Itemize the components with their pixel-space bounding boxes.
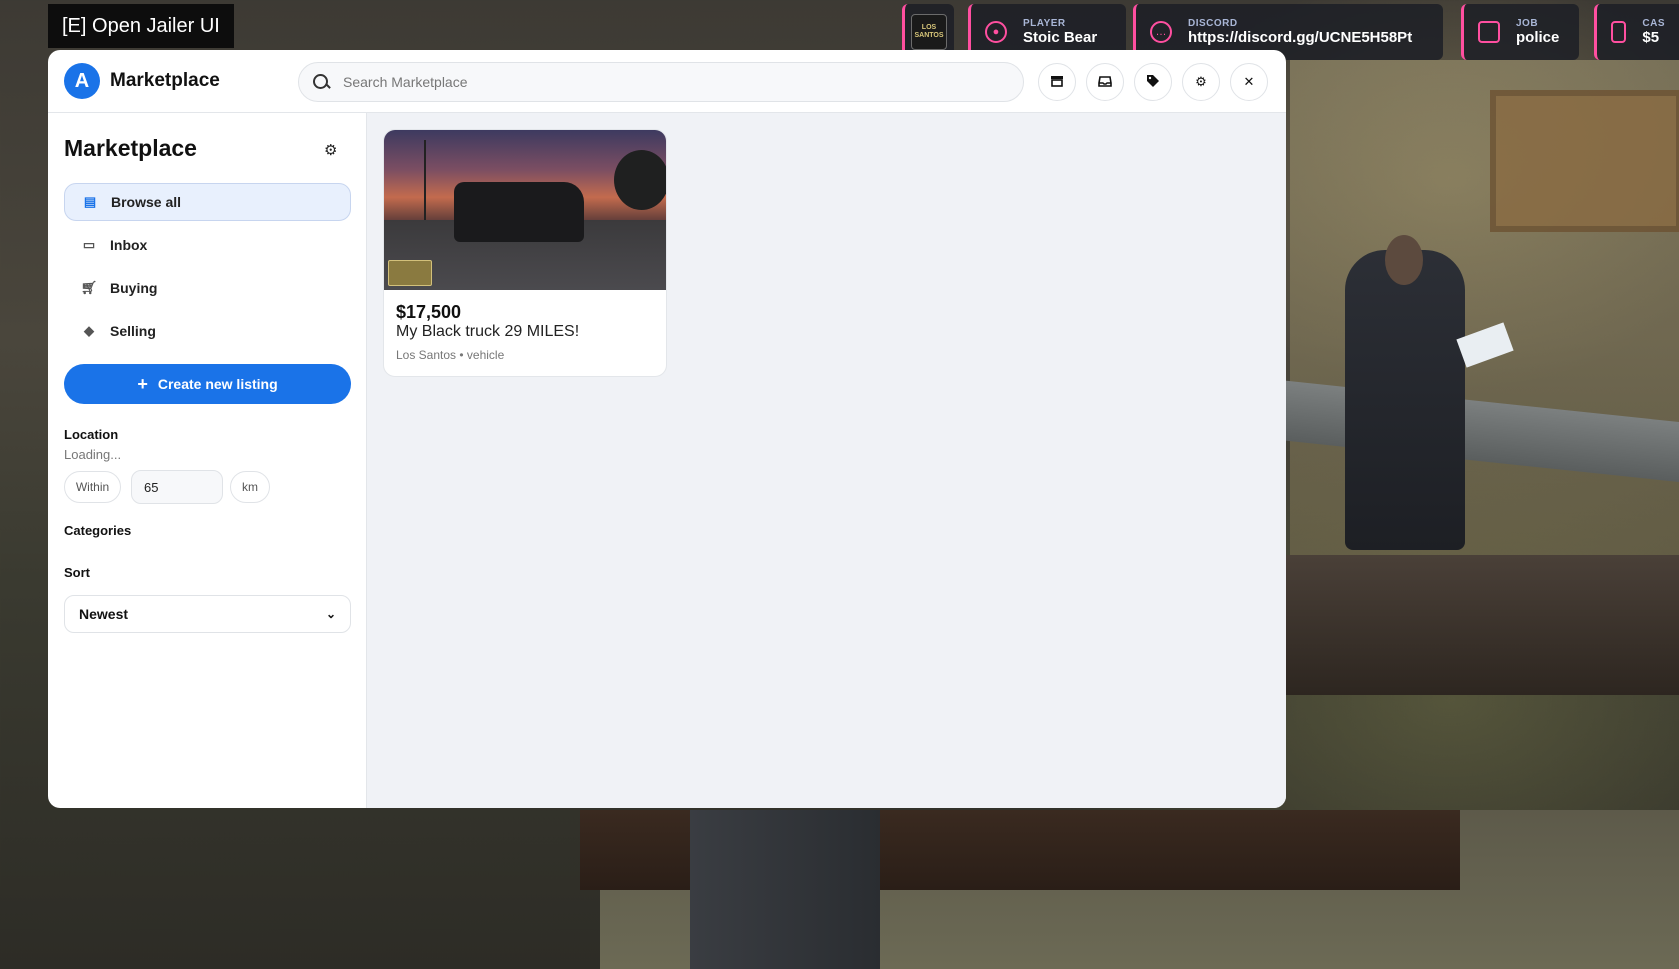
background-corkboard [1490,90,1679,232]
background-player-legs [690,810,880,969]
plus-icon: + [137,373,148,394]
close-button[interactable]: ✕ [1230,63,1268,101]
background-officer [1345,250,1465,550]
sort-label: Sort [64,565,90,580]
image-pole [424,140,426,230]
inbox-icon: ▭ [82,237,96,252]
hud-job-caption: JOB [1516,18,1539,29]
create-listing-label: Create new listing [157,376,278,392]
wallet-icon [1611,21,1627,43]
image-truck [454,182,584,242]
sidebar-item-label: Inbox [110,237,148,253]
hud-job: JOB police [1461,4,1579,60]
create-listing-button[interactable]: + Create new listing [64,364,351,404]
brand: A Marketplace [64,63,220,99]
chat-icon: … [1150,21,1172,43]
within-label: Within [64,471,121,503]
selling-button[interactable] [1134,63,1172,101]
listing-title: My Black truck 29 MILES! [396,323,580,340]
hud-cash-caption: CAS [1642,18,1665,29]
gear-icon: ⚙ [1195,74,1207,89]
hud-discord-link: https://discord.gg/UCNE5H58Pt [1188,29,1413,46]
sort-select[interactable]: Newest ⌄ [64,595,351,633]
tags-icon: ◆ [84,323,94,338]
sidebar-title: Marketplace [64,135,197,161]
location-status: Loading... [64,447,122,462]
gear-icon: ⚙ [324,142,338,159]
chevron-down-icon: ⌄ [325,607,336,621]
hud-player-caption: PLAYER [1023,18,1066,29]
settings-button[interactable]: ⚙ [1182,63,1220,101]
server-logo: LOS SANTOS [911,14,947,50]
inbox-button[interactable] [1086,63,1124,101]
hud-discord-caption: DISCORD [1188,18,1238,29]
sort-value: Newest [79,606,129,622]
hud-cash-amount: $5 [1642,29,1660,46]
background-officer-head [1385,235,1423,285]
top-bar: A Marketplace ⚙ ✕ [48,50,1286,113]
listings-area: $17,500 My Black truck 29 MILES! Los San… [367,113,1286,808]
search-bar[interactable] [298,62,1024,102]
hud-cash: CAS $5 [1594,4,1679,60]
hud-player-name: Stoic Bear [1023,29,1098,46]
sidebar-item-inbox[interactable]: ▭ Inbox [64,226,351,264]
unit-label: km [230,471,270,503]
location-label: Location [64,427,119,442]
sidebar-item-label: Browse all [111,194,182,210]
listing-meta: Los Santos • vehicle [396,348,505,362]
browse-button[interactable] [1038,63,1076,101]
cart-icon: 🛒︎ [80,280,98,295]
app-title: Marketplace [110,70,220,91]
briefcase-icon [1478,21,1500,43]
interaction-prompt: [E] Open Jailer UI [48,4,234,48]
sidebar-item-buying[interactable]: 🛒︎ Buying [64,269,351,307]
store-icon: ▤ [83,194,97,209]
search-input[interactable] [341,73,1005,91]
marketplace-window: A Marketplace ⚙ ✕ Marke [48,50,1286,808]
listing-image [384,130,666,290]
background-counter [1240,555,1679,695]
hud-job-name: police [1516,29,1560,46]
sidebar-item-browse-all[interactable]: ▤ Browse all [64,183,351,221]
sidebar: Marketplace ⚙ ▤ Browse all ▭ Inbox 🛒︎ Bu… [48,113,367,808]
inbox-icon [1098,74,1112,91]
user-icon: ● [985,21,1007,43]
tag-icon [1146,74,1160,91]
categories-label: Categories [64,523,132,538]
store-icon [1050,74,1064,91]
license-plate-image [388,260,432,286]
image-tree [614,150,666,210]
app-logo: A [64,63,100,99]
sidebar-item-label: Buying [110,280,158,296]
listing-card[interactable]: $17,500 My Black truck 29 MILES! Los San… [383,129,667,377]
close-icon: ✕ [1243,74,1255,89]
search-icon [313,74,329,90]
sidebar-item-label: Selling [110,323,156,339]
sidebar-item-selling[interactable]: ◆ Selling [64,312,351,350]
radius-input[interactable] [131,470,223,504]
sidebar-settings-button[interactable]: ⚙ [324,141,337,159]
listing-price: $17,500 [396,302,462,322]
